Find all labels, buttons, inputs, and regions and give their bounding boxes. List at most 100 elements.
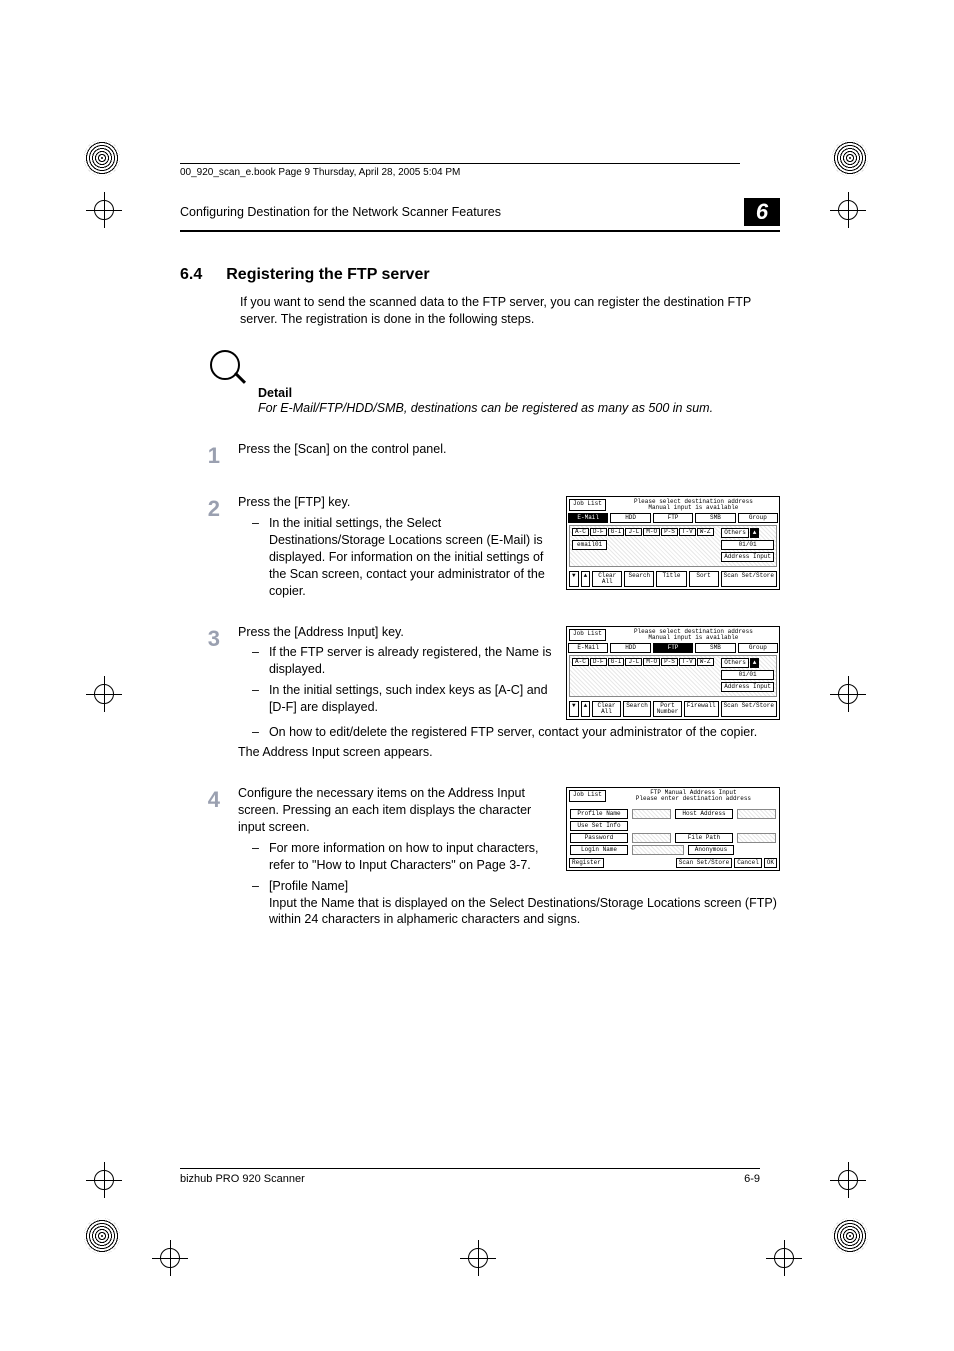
dash: – — [252, 878, 259, 929]
ss-host-address-button: Host Address — [675, 809, 733, 819]
crop-register-mark — [766, 1240, 802, 1276]
ss-message: Manual input is available — [608, 505, 779, 511]
step-sub-text: On how to edit/delete the registered FTP… — [269, 724, 757, 741]
ss-down-icon: ▼ — [569, 701, 579, 717]
chapter-number-box: 6 — [744, 198, 780, 226]
ss-tab-hdd: HDD — [610, 513, 650, 523]
step-text: Press the [Address Input] key. — [238, 624, 552, 641]
magnifier-icon — [210, 350, 240, 380]
ss-store-button: Scan Set/Store — [721, 701, 777, 717]
step-number: 3 — [180, 624, 220, 762]
ss-tab-group: Group — [738, 643, 778, 653]
ss-index-key: A-C — [572, 658, 589, 666]
step-number: 2 — [180, 494, 220, 599]
detail-text: For E-Mail/FTP/HDD/SMB, destinations can… — [258, 400, 780, 417]
ss-joblist-button: Job List — [569, 629, 606, 641]
crop-rosette — [84, 140, 120, 176]
step-text: Configure the necessary items on the Add… — [238, 785, 552, 836]
section-heading: 6.4 Registering the FTP server — [180, 266, 780, 284]
ss-tab-ftp: FTP — [653, 513, 693, 523]
dash: – — [252, 644, 259, 678]
ss-tab-ftp: FTP — [653, 643, 693, 653]
ss-cancel-button: Cancel — [734, 858, 762, 868]
ss-use-set-button: Use Set Info — [570, 821, 628, 831]
ss-message: Please enter destination address — [608, 796, 779, 802]
ss-up-icon: ▲ — [581, 571, 591, 587]
detail-icon-row — [210, 350, 780, 380]
ss-anonymous-button: Anonymous — [688, 845, 734, 855]
ss-profile-name-button: Profile Name — [570, 809, 628, 819]
ss-tab-group: Group — [738, 513, 778, 523]
crop-register-mark — [86, 676, 122, 712]
ss-clear-button: Clear All — [592, 571, 622, 587]
ss-index-key: W-Z — [697, 658, 714, 666]
ss-index-key: T-V — [679, 528, 696, 536]
ss-index-key: M-O — [643, 528, 660, 536]
ss-index-key: P-S — [661, 658, 678, 666]
ss-field — [632, 809, 671, 819]
ss-field — [632, 833, 671, 843]
ss-store-button: Scan Set/Store — [721, 571, 777, 587]
ss-ok-button: OK — [764, 858, 777, 868]
step-number: 1 — [180, 441, 220, 471]
ss-index-key: T-V — [679, 658, 696, 666]
dash: – — [252, 840, 259, 874]
ss-password-button: Password — [570, 833, 628, 843]
ss-address-input-button: Address Input — [721, 682, 774, 692]
ss-others-button: Others — [721, 658, 749, 668]
ss-register-button: Register — [569, 858, 604, 868]
ss-field — [737, 809, 776, 819]
crop-register-mark — [86, 192, 122, 228]
ss-index-key: M-O — [643, 658, 660, 666]
ss-search-button: Search — [623, 701, 652, 717]
detail-label: Detail — [258, 386, 780, 400]
step-text: Press the [FTP] key. — [238, 494, 552, 511]
ss-clear-button: Clear All — [592, 701, 621, 717]
step-sub-label: [Profile Name] — [269, 879, 348, 893]
ui-screenshot-select-email: Job List Please select destination addre… — [566, 496, 780, 590]
step-sub-text: If the FTP server is already registered,… — [269, 644, 552, 678]
running-header: Configuring Destination for the Network … — [180, 198, 780, 232]
ss-index-key: D-F — [590, 658, 607, 666]
step-sub-text: Input the Name that is displayed on the … — [269, 896, 777, 927]
ss-field — [632, 845, 684, 855]
ss-tab-smb: SMB — [695, 513, 735, 523]
crop-rosette — [832, 140, 868, 176]
ss-page-indicator: 01/01 — [721, 670, 774, 680]
crop-rosette — [84, 1218, 120, 1254]
ss-tab-email: E-Mail — [568, 513, 608, 523]
ss-firewall-button: Firewall — [684, 701, 719, 717]
step-tail-text: The Address Input screen appears. — [238, 744, 780, 761]
crop-register-mark — [830, 676, 866, 712]
step-number: 4 — [180, 785, 220, 928]
crop-register-mark — [86, 1162, 122, 1198]
ss-search-button: Search — [624, 571, 654, 587]
ss-login-name-button: Login Name — [570, 845, 628, 855]
dash: – — [252, 724, 259, 741]
page-content: Configuring Destination for the Network … — [180, 140, 780, 928]
ss-file-path-button: File Path — [675, 833, 733, 843]
crop-register-mark — [830, 192, 866, 228]
crop-rosette — [832, 1218, 868, 1254]
ss-index-key: G-I — [608, 528, 625, 536]
ss-address-input-button: Address Input — [721, 552, 774, 562]
ss-tab-email: E-Mail — [568, 643, 608, 653]
ss-joblist-button: Job List — [569, 790, 606, 802]
ss-index-key: A-C — [572, 528, 589, 536]
step-2: 2 Press the [FTP] key. –In the initial s… — [180, 494, 780, 599]
ui-screenshot-select-ftp: Job List Please select destination addre… — [566, 626, 780, 720]
ss-up-icon: ▲ — [581, 701, 591, 717]
ss-port-button: Port Number — [653, 701, 682, 717]
crop-register-mark — [460, 1240, 496, 1276]
ss-down-icon: ▼ — [569, 571, 579, 587]
ss-others-button: Others — [721, 528, 749, 538]
ss-index-key: G-I — [608, 658, 625, 666]
crop-register-mark — [830, 1162, 866, 1198]
ss-up-icon: ▲ — [750, 658, 760, 668]
step-3: 3 Press the [Address Input] key. –If the… — [180, 624, 780, 762]
ss-index-key: D-F — [590, 528, 607, 536]
ss-title-button: Title — [656, 571, 686, 587]
ss-index-key: P-S — [661, 528, 678, 536]
step-4: 4 Configure the necessary items on the A… — [180, 785, 780, 928]
step-sub-text: In the initial settings, such index keys… — [269, 682, 552, 716]
